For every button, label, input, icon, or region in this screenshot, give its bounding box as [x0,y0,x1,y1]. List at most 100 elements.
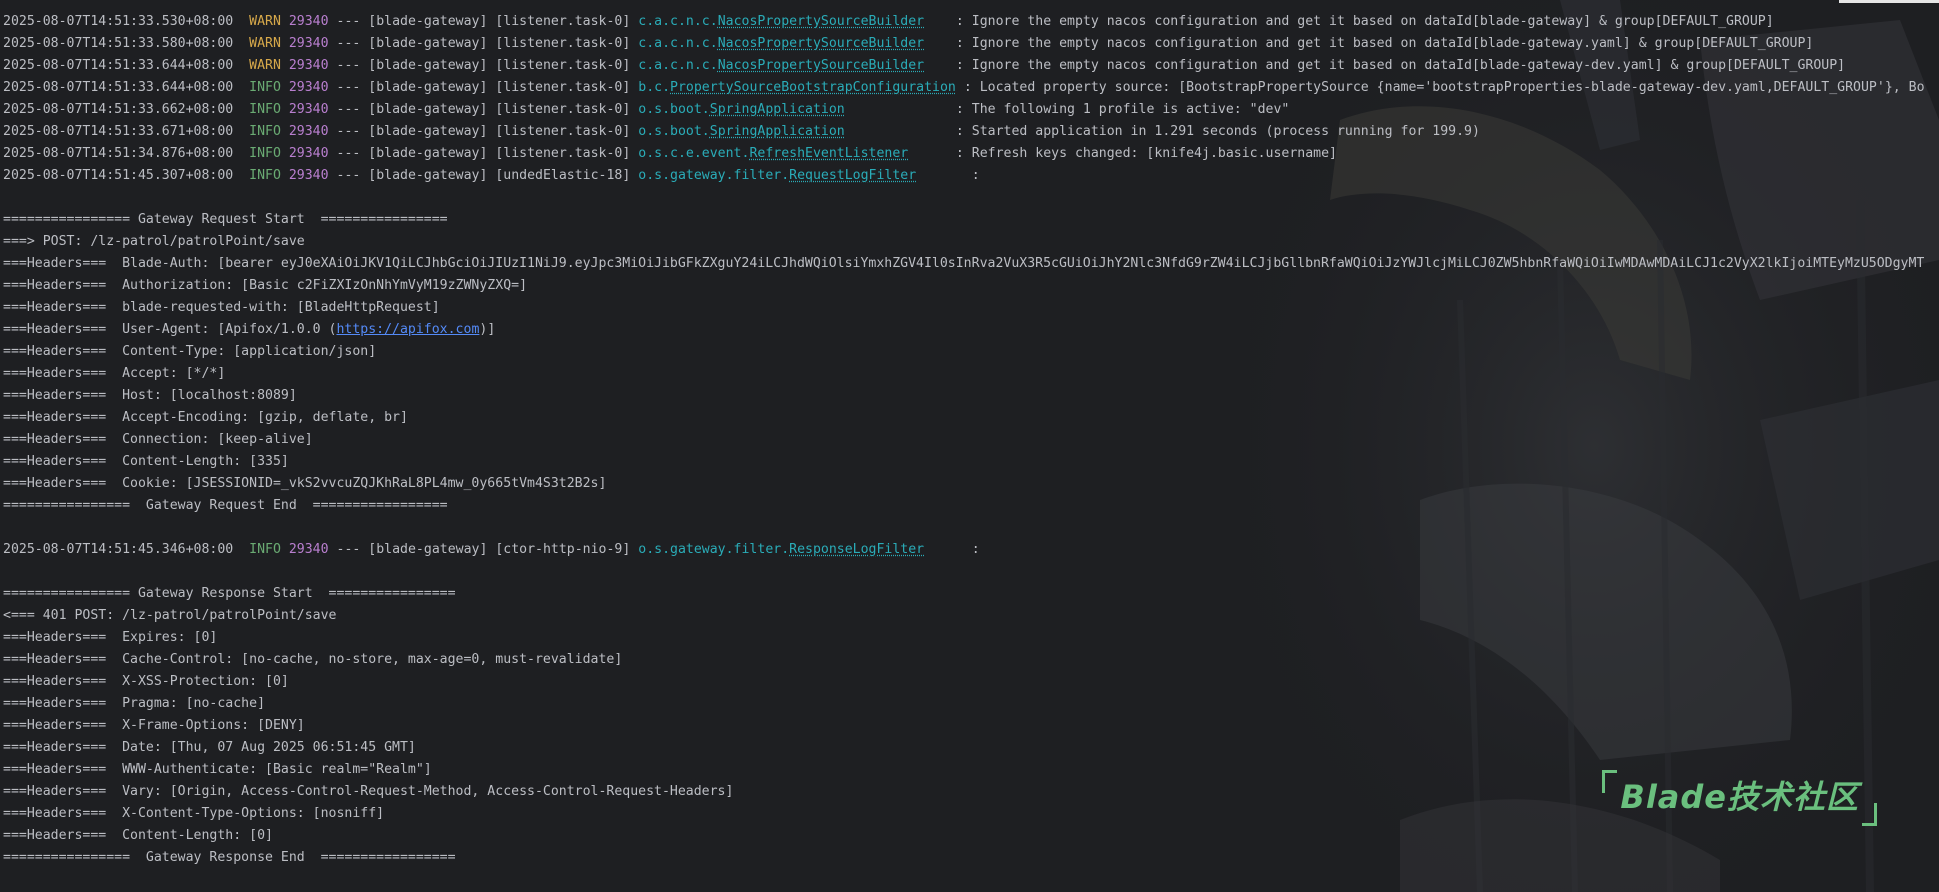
log-logger-package: b.c. [638,80,671,95]
console-line: ===Headers=== Content-Length: [335] [3,451,1925,473]
console-text: ================ Gateway Request End ===… [3,498,448,513]
log-app-name: [blade-gateway] [368,146,488,161]
log-separator: --- [336,168,361,183]
log-app-name: [blade-gateway] [368,124,488,139]
log-timestamp: 2025-08-07T14:51:33.580+08:00 [3,36,234,51]
log-app-name: [blade-gateway] [368,58,488,73]
console-text: ===Headers=== Content-Length: [335] [3,454,289,469]
log-logger-package: c.a.c.n.c. [638,36,718,51]
log-thread: [undedElastic-18] [495,168,631,183]
log-thread: [listener.task-0] [495,80,631,95]
log-pid: 29340 [288,124,329,139]
log-message: : Refresh keys changed: [knife4j.basic.u… [955,146,1337,161]
console-line: ===Headers=== Cookie: [JSESSIONID=_vkS2v… [3,473,1925,495]
hyperlink[interactable]: https://apifox.com [336,322,479,337]
log-logger-class-link[interactable]: RefreshEventListener [749,146,908,161]
log-logger-class-link[interactable]: ResponseLogFilter [789,542,924,557]
console-line: ===Headers=== Accept-Encoding: [gzip, de… [3,407,1925,429]
log-message: : Located property source: [BootstrapPro… [963,80,1925,95]
watermark-logo: Blade技术社区 [1602,770,1877,826]
log-message: : [971,542,980,557]
log-level: INFO [249,146,281,161]
log-separator: --- [336,146,361,161]
log-timestamp: 2025-08-07T14:51:33.644+08:00 [3,58,234,73]
console-text: ===Headers=== Cookie: [JSESSIONID=_vkS2v… [3,476,607,491]
log-logger-class-link[interactable]: SpringApplication [710,124,845,139]
console-line: 2025-08-07T14:51:33.580+08:00 WARN 29340… [3,33,1925,55]
console-text: ===Headers=== Cache-Control: [no-cache, … [3,652,623,667]
log-logger-class-link[interactable]: NacosPropertySourceBuilder [718,58,924,73]
log-level-pad [281,168,289,183]
log-logger-class-link[interactable]: PropertySourceBootstrapConfiguration [670,80,956,95]
log-message: : Started application in 1.291 seconds (… [955,124,1480,139]
log-logger-class-link[interactable]: SpringApplication [710,102,845,117]
console-text: ===Headers=== X-Content-Type-Options: [n… [3,806,385,821]
console-line: <=== 401 POST: /lz-patrol/patrolPoint/sa… [3,605,1925,627]
log-pid: 29340 [288,36,329,51]
log-level-pad [281,146,289,161]
log-gap [956,80,964,95]
log-level: WARN [249,58,281,73]
log-level: INFO [249,80,281,95]
console-output: 2025-08-07T14:51:33.530+08:00 WARN 29340… [3,11,1925,869]
log-thread: [listener.task-0] [495,14,631,29]
log-level: INFO [249,542,281,557]
log-logger-class-link[interactable]: RequestLogFilter [789,168,916,183]
console-line: ================ Gateway Response Start … [3,583,1925,605]
log-separator: --- [336,36,361,51]
console-text: ===> POST: /lz-patrol/patrolPoint/save [3,234,305,249]
watermark-text: Blade技术社区 [1620,778,1859,816]
console-text: ================ Gateway Response End ==… [3,850,456,865]
watermark-close-bracket [1862,803,1877,826]
log-pid: 29340 [288,58,329,73]
console-text: ===Headers=== Authorization: [Basic c2Fi… [3,278,528,293]
log-app-name: [blade-gateway] [368,102,488,117]
log-logger-class-link[interactable]: NacosPropertySourceBuilder [718,14,924,29]
console-line: 2025-08-07T14:51:33.671+08:00 INFO 29340… [3,121,1925,143]
console-line: 2025-08-07T14:51:33.644+08:00 WARN 29340… [3,55,1925,77]
log-message: : Ignore the empty nacos configuration a… [955,14,1774,29]
log-gap [924,36,956,51]
console-line: ================ Gateway Response End ==… [3,847,1925,869]
console-line: 2025-08-07T14:51:45.307+08:00 INFO 29340… [3,165,1925,187]
console-line: ================ Gateway Request End ===… [3,495,1925,517]
console-text: ===Headers=== Connection: [keep-alive] [3,432,313,447]
console-text: ===Headers=== Blade-Auth: [bearer eyJ0eX… [3,256,1925,271]
console-text: ===Headers=== Expires: [0] [3,630,218,645]
log-message: : Ignore the empty nacos configuration a… [955,36,1814,51]
watermark-open-bracket [1602,770,1618,793]
log-separator: --- [336,80,361,95]
log-level-pad [281,14,289,29]
log-thread: [listener.task-0] [495,102,631,117]
log-pid: 29340 [288,102,329,117]
log-message: : The following 1 profile is active: "de… [955,102,1290,117]
console-text: ===Headers=== Accept: [*/*] [3,366,226,381]
log-logger-package: o.s.boot. [638,124,710,139]
log-thread: [listener.task-0] [495,58,631,73]
console-line: ===Headers=== X-Frame-Options: [DENY] [3,715,1925,737]
console-line: ===Headers=== Host: [localhost:8089] [3,385,1925,407]
log-logger-class-link[interactable]: NacosPropertySourceBuilder [718,36,924,51]
log-level: INFO [249,102,281,117]
log-timestamp: 2025-08-07T14:51:34.876+08:00 [3,146,234,161]
console-text: <=== 401 POST: /lz-patrol/patrolPoint/sa… [3,608,337,623]
console-text: ================ Gateway Request Start =… [3,212,448,227]
log-separator: --- [336,542,361,557]
log-app-name: [blade-gateway] [368,168,488,183]
console-text: ===Headers=== User-Agent: [Apifox/1.0.0 … [3,322,337,337]
console-line: ===> POST: /lz-patrol/patrolPoint/save [3,231,1925,253]
console-line: ===Headers=== User-Agent: [Apifox/1.0.0 … [3,319,1925,341]
log-level-pad [281,58,289,73]
log-gap [845,124,956,139]
console-text: ===Headers=== Accept-Encoding: [gzip, de… [3,410,408,425]
log-timestamp: 2025-08-07T14:51:45.307+08:00 [3,168,234,183]
log-app-name: [blade-gateway] [368,14,488,29]
log-level-pad [281,124,289,139]
console-text: ===Headers=== X-XSS-Protection: [0] [3,674,289,689]
log-gap [908,146,956,161]
log-logger-package: c.a.c.n.c. [638,58,718,73]
console-line: 2025-08-07T14:51:33.644+08:00 INFO 29340… [3,77,1925,99]
console-line: ================ Gateway Request Start =… [3,209,1925,231]
log-gap [845,102,956,117]
